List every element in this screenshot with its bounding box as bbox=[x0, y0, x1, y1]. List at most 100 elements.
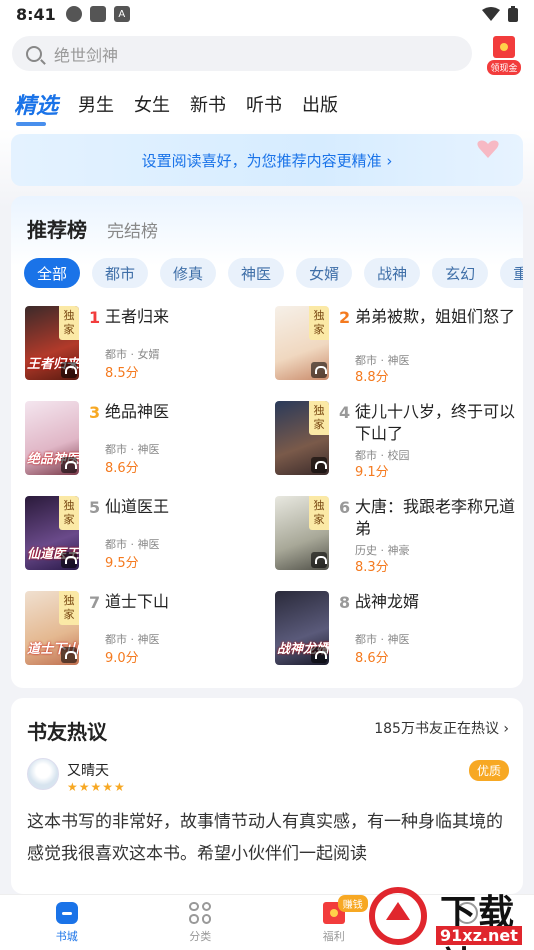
rank-number: 4 bbox=[339, 403, 351, 422]
battery-icon bbox=[508, 6, 518, 22]
exclusive-tag: 独家 bbox=[309, 496, 329, 530]
nav-label: 分类 bbox=[189, 929, 212, 943]
chip-doctor[interactable]: 神医 bbox=[228, 258, 285, 288]
rank-number: 1 bbox=[89, 308, 101, 327]
book-score: 9.1分 bbox=[355, 465, 389, 480]
claim-cash-label: 领现金 bbox=[487, 60, 521, 75]
book-title[interactable]: 大唐：我跟老李称兄道弟 bbox=[355, 496, 515, 540]
book-cover[interactable]: 绝品神医 bbox=[25, 401, 79, 475]
book-cover[interactable]: 独家 bbox=[275, 401, 329, 475]
book-item[interactable]: 独家 王者归来 1 王者归来 都市 · 女婿 8.5分 bbox=[25, 306, 265, 386]
book-item[interactable]: 独家 仙道医王 5 仙道医王都市 · 神医 9.5分 bbox=[25, 496, 265, 576]
ranking-card: 推荐榜 完结榜 全部 都市 修真 神医 女婿 战神 玄幻 重 独家 王者归来 1 王者… bbox=[11, 196, 523, 688]
nav-bookstore[interactable]: 书城 bbox=[0, 895, 134, 950]
search-input[interactable]: 绝世剑神 bbox=[12, 36, 472, 71]
avatar[interactable] bbox=[27, 758, 59, 790]
tab-publishing[interactable]: 出版 bbox=[302, 91, 338, 117]
channel-tabs: 精选 男生 女生 新书 听书 出版 bbox=[0, 80, 534, 128]
status-bar: 8:41 A bbox=[0, 0, 534, 28]
book-score: 8.6分 bbox=[355, 651, 389, 666]
banner-text: 设置阅读喜好，为您推荐内容更精准 › bbox=[141, 151, 393, 170]
grid-icon bbox=[189, 901, 212, 924]
tab-new-books[interactable]: 新书 bbox=[190, 91, 226, 117]
book-cover[interactable]: 独家 仙道医王 bbox=[25, 496, 79, 570]
genre-chips: 全部 都市 修真 神医 女婿 战神 玄幻 重 bbox=[24, 258, 523, 290]
book-item[interactable]: 独家 6 大唐：我跟老李称兄道弟 历史 · 神豪 8.3分 bbox=[275, 496, 515, 576]
tab-featured[interactable]: 精选 bbox=[14, 88, 58, 126]
book-cover[interactable]: 独家 bbox=[275, 496, 329, 570]
heart-icon bbox=[477, 140, 499, 158]
chip-son-in-law[interactable]: 女婿 bbox=[296, 258, 353, 288]
book-score: 8.6分 bbox=[105, 461, 139, 476]
tab-audiobooks[interactable]: 听书 bbox=[246, 91, 282, 117]
headphones-icon bbox=[61, 552, 77, 568]
completed-ranking-tab[interactable]: 完结榜 bbox=[107, 217, 158, 242]
chip-war-god[interactable]: 战神 bbox=[364, 258, 421, 288]
watermark-domain: 91xz.net bbox=[436, 926, 522, 945]
wifi-icon bbox=[482, 7, 500, 21]
top-bar: 绝世剑神 领现金 bbox=[0, 28, 534, 80]
headphones-icon bbox=[311, 457, 327, 473]
book-item[interactable]: 战神龙婿 8 战神龙婿 都市 · 神医 8.6分 bbox=[275, 591, 515, 671]
app-notification-icon bbox=[89, 6, 106, 22]
search-icon bbox=[26, 45, 42, 62]
app-notification-icon bbox=[65, 6, 82, 22]
chip-cultivation[interactable]: 修真 bbox=[160, 258, 217, 288]
recommend-ranking-tab[interactable]: 推荐榜 bbox=[27, 214, 87, 243]
chip-more[interactable]: 重 bbox=[500, 258, 523, 288]
discussion-more-link[interactable]: 185万书友正在热议 › bbox=[374, 718, 509, 738]
book-item[interactable]: 独家 道士下山 7 道士下山 都市 · 神医 9.0分 bbox=[25, 591, 265, 671]
book-genre: 都市 · 神医 bbox=[105, 633, 160, 646]
book-score: 8.8分 bbox=[355, 370, 389, 385]
nav-label: 福利 bbox=[322, 929, 345, 943]
nav-category[interactable]: 分类 bbox=[134, 895, 268, 950]
exclusive-tag: 独家 bbox=[309, 401, 329, 435]
book-title[interactable]: 战神龙婿 bbox=[355, 591, 515, 613]
exclusive-tag: 独家 bbox=[309, 306, 329, 340]
book-cover[interactable]: 独家 bbox=[275, 306, 329, 380]
nav-label: 书城 bbox=[55, 929, 78, 943]
chip-fantasy[interactable]: 玄幻 bbox=[432, 258, 489, 288]
tab-male[interactable]: 男生 bbox=[78, 91, 114, 117]
earn-badge: 赚钱 bbox=[337, 895, 368, 912]
headphones-icon bbox=[311, 362, 327, 378]
book-item[interactable]: 独家 4 徒儿十八岁，终于可以下山了 都市 · 校园 9.1分 bbox=[275, 401, 515, 481]
discussion-card: 书友热议 185万书友正在热议 › 又晴天 ★★★★★ 优质 这本书写的非常好，… bbox=[11, 698, 523, 894]
book-cover[interactable]: 独家 道士下山 bbox=[25, 591, 79, 665]
headphones-icon bbox=[61, 647, 77, 663]
headphones-icon bbox=[61, 362, 77, 378]
tab-female[interactable]: 女生 bbox=[134, 91, 170, 117]
chip-all[interactable]: 全部 bbox=[24, 258, 81, 288]
headphones-icon bbox=[311, 647, 327, 663]
book-title[interactable]: 道士下山 bbox=[105, 591, 265, 613]
claim-cash-button[interactable]: 领现金 bbox=[486, 36, 522, 76]
book-score: 8.3分 bbox=[355, 560, 389, 575]
chip-urban[interactable]: 都市 bbox=[92, 258, 149, 288]
watermark-logo-icon bbox=[369, 887, 427, 945]
watermark: 下载站 91xz.net bbox=[368, 880, 534, 950]
book-title[interactable]: 徒儿十八岁，终于可以下山了 bbox=[355, 401, 515, 445]
preference-banner[interactable]: 设置阅读喜好，为您推荐内容更精准 › bbox=[11, 134, 523, 186]
headphones-icon bbox=[61, 457, 77, 473]
exclusive-tag: 独家 bbox=[59, 496, 79, 530]
exclusive-tag: 独家 bbox=[59, 591, 79, 625]
book-title[interactable]: 仙道医王 bbox=[105, 496, 265, 518]
book-title[interactable]: 绝品神医 bbox=[105, 401, 265, 423]
review-text[interactable]: 这本书写的非常好，故事情节动人有真实感，有一种身临其境的感觉我很喜欢这本书。希望… bbox=[27, 806, 515, 870]
book-cover[interactable]: 战神龙婿 bbox=[275, 591, 329, 665]
book-cover[interactable]: 独家 王者归来 bbox=[25, 306, 79, 380]
quality-badge: 优质 bbox=[468, 760, 509, 781]
book-title[interactable]: 弟弟被欺，姐姐们怒了 bbox=[355, 306, 515, 328]
book-score: 9.5分 bbox=[105, 556, 139, 571]
book-item[interactable]: 独家 2 弟弟被欺，姐姐们怒了 都市 · 神医 8.8分 bbox=[275, 306, 515, 386]
exclusive-tag: 独家 bbox=[59, 306, 79, 340]
rank-number: 5 bbox=[89, 498, 101, 517]
status-time: 8:41 bbox=[16, 4, 56, 24]
rating-stars: ★★★★★ bbox=[67, 780, 126, 794]
reviewer-name[interactable]: 又晴天 bbox=[67, 760, 109, 780]
book-title[interactable]: 王者归来 bbox=[105, 306, 265, 328]
discussion-title: 书友热议 bbox=[27, 720, 107, 744]
search-placeholder: 绝世剑神 bbox=[54, 45, 119, 65]
book-item[interactable]: 绝品神医 3 绝品神医 都市 · 神医 8.6分 bbox=[25, 401, 265, 481]
book-genre: 都市 · 神医 bbox=[105, 538, 160, 551]
